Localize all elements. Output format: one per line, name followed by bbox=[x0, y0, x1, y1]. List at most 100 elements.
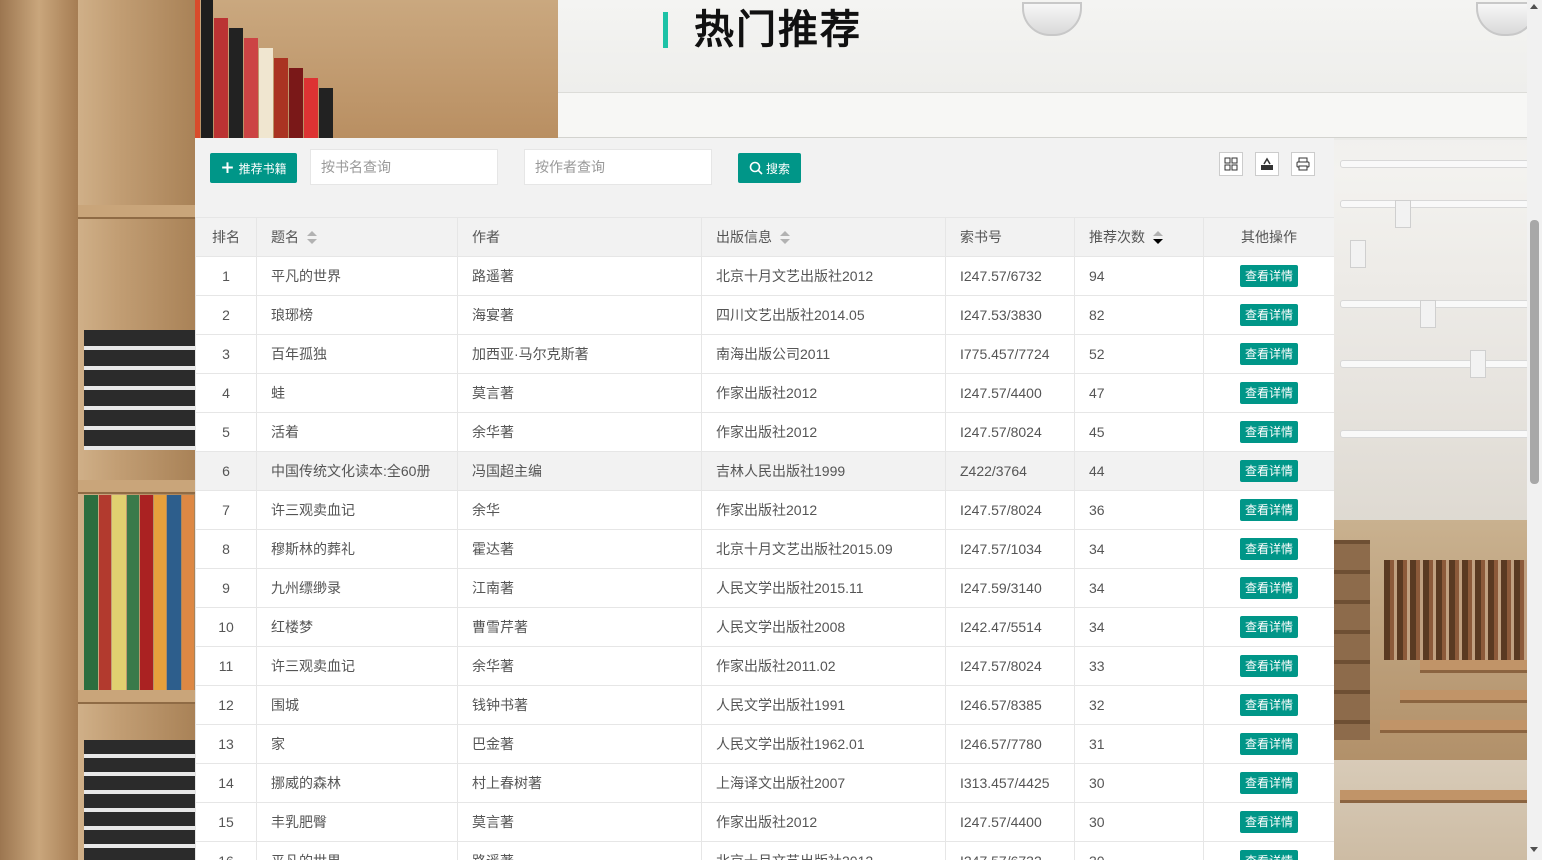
view-details-button[interactable]: 查看详情 bbox=[1239, 421, 1298, 443]
cell-recommend-count: 33 bbox=[1074, 646, 1204, 686]
cell-recommend-count: 34 bbox=[1074, 568, 1204, 608]
scroll-down-arrow-icon[interactable] bbox=[1530, 847, 1538, 852]
shelf-post bbox=[0, 0, 78, 860]
cell-publish-info: 南海出版公司2011 bbox=[701, 334, 946, 374]
cell-actions: 查看详情 bbox=[1203, 607, 1334, 647]
cell-title: 蛙 bbox=[256, 373, 458, 413]
cell-actions: 查看详情 bbox=[1203, 841, 1334, 860]
scroll-up-arrow-icon[interactable] bbox=[1530, 4, 1538, 9]
cell-author: 莫言著 bbox=[457, 373, 702, 413]
table-row: 13 家巴金著 人民文学出版社1962.01 I246.57/7780 31 查看详情 bbox=[195, 724, 1334, 764]
cell-author: 路遥著 bbox=[457, 841, 702, 860]
scrollbar-thumb[interactable] bbox=[1530, 220, 1539, 484]
table-row: 6 中国传统文化读本:全60册 冯国超主编 吉林人民出版社1999 Z422/3764 4… bbox=[195, 451, 1334, 491]
view-details-button[interactable]: 查看详情 bbox=[1239, 811, 1298, 833]
cell-call-number: I246.57/8385 bbox=[945, 685, 1075, 725]
cell-author: 霍达著 bbox=[457, 529, 702, 569]
cell-recommend-count: 30 bbox=[1074, 802, 1204, 842]
cell-author: 钱钟书著 bbox=[457, 685, 702, 725]
view-details-button[interactable]: 查看详情 bbox=[1239, 343, 1298, 365]
cell-call-number: Z422/3764 bbox=[945, 451, 1075, 491]
view-details-button[interactable]: 查看详情 bbox=[1239, 304, 1298, 326]
view-details-button[interactable]: 查看详情 bbox=[1239, 538, 1298, 560]
pendant-light bbox=[1420, 300, 1436, 328]
cell-author: 村上春树著 bbox=[457, 763, 702, 803]
print-icon[interactable] bbox=[1291, 152, 1315, 176]
header-call-number: 索书号 bbox=[945, 217, 1075, 257]
view-details-button[interactable]: 查看详情 bbox=[1239, 577, 1298, 599]
cell-rank: 3 bbox=[195, 334, 257, 374]
cell-title: 琅琊榜 bbox=[256, 295, 458, 335]
cell-publish-info: 作家出版社2011.02 bbox=[701, 646, 946, 686]
cell-rank: 6 bbox=[195, 451, 257, 491]
cell-author: 莫言著 bbox=[457, 802, 702, 842]
cell-call-number: I247.59/3140 bbox=[945, 568, 1075, 608]
header-publish-info[interactable]: 出版信息 bbox=[701, 217, 946, 257]
cell-rank: 16 bbox=[195, 841, 257, 860]
table-row: 15 丰乳肥臀 莫言著 作家出版社2012 I247.57/4400 30 查看详情 bbox=[195, 802, 1334, 842]
cell-author: 余华著 bbox=[457, 412, 702, 452]
cell-rank: 15 bbox=[195, 802, 257, 842]
sort-icon[interactable] bbox=[307, 231, 317, 245]
cell-publish-info: 作家出版社2012 bbox=[701, 412, 946, 452]
cell-publish-info: 作家出版社2012 bbox=[701, 490, 946, 530]
view-details-button[interactable]: 查看详情 bbox=[1239, 655, 1298, 677]
cell-rank: 2 bbox=[195, 295, 257, 335]
cell-call-number: I247.57/6732 bbox=[945, 256, 1075, 296]
cell-actions: 查看详情 bbox=[1203, 802, 1334, 842]
view-details-button[interactable]: 查看详情 bbox=[1239, 382, 1298, 404]
cell-call-number: I247.57/6732 bbox=[945, 841, 1075, 860]
cell-recommend-count: 82 bbox=[1074, 295, 1204, 335]
cell-rank: 10 bbox=[195, 607, 257, 647]
cell-rank: 13 bbox=[195, 724, 257, 764]
header-recommend-count[interactable]: 推荐次数 bbox=[1074, 217, 1204, 257]
pendant-light bbox=[1470, 350, 1486, 378]
cell-actions: 查看详情 bbox=[1203, 334, 1334, 374]
author-search-input[interactable] bbox=[524, 149, 712, 185]
header-rank: 排名 bbox=[195, 217, 257, 257]
cell-title: 许三观卖血记 bbox=[256, 646, 458, 686]
sort-icon[interactable] bbox=[780, 231, 790, 245]
view-details-button[interactable]: 查看详情 bbox=[1239, 460, 1298, 482]
view-details-button[interactable]: 查看详情 bbox=[1239, 850, 1298, 860]
table-row: 3 百年孤独 加西亚·马尔克斯著 南海出版公司2011 I775.457/7724 52 查… bbox=[195, 334, 1334, 374]
cell-call-number: I313.457/4425 bbox=[945, 763, 1075, 803]
pipe bbox=[1340, 430, 1527, 438]
view-details-button[interactable]: 查看详情 bbox=[1239, 772, 1298, 794]
toolbar: + 推荐书籍 搜索 bbox=[195, 138, 1334, 217]
search-button[interactable]: 搜索 bbox=[738, 153, 801, 183]
pipe bbox=[1340, 200, 1527, 208]
book-name-search-input[interactable] bbox=[310, 149, 498, 185]
book-row bbox=[84, 495, 195, 690]
cell-rank: 12 bbox=[195, 685, 257, 725]
desk bbox=[1420, 660, 1527, 673]
cell-recommend-count: 32 bbox=[1074, 685, 1204, 725]
view-details-button[interactable]: 查看详情 bbox=[1239, 694, 1298, 716]
header-title[interactable]: 题名 bbox=[256, 217, 458, 257]
cell-publish-info: 人民文学出版社1962.01 bbox=[701, 724, 946, 764]
recommend-book-button[interactable]: + 推荐书籍 bbox=[210, 153, 297, 183]
view-details-button[interactable]: 查看详情 bbox=[1239, 733, 1298, 755]
header-author: 作者 bbox=[457, 217, 702, 257]
cell-title: 丰乳肥臀 bbox=[256, 802, 458, 842]
cell-title: 平凡的世界 bbox=[256, 256, 458, 296]
cell-rank: 4 bbox=[195, 373, 257, 413]
cell-actions: 查看详情 bbox=[1203, 451, 1334, 491]
book-stack bbox=[84, 330, 195, 450]
shelf-board bbox=[78, 690, 195, 704]
cell-actions: 查看详情 bbox=[1203, 490, 1334, 530]
sort-desc-icon[interactable] bbox=[1153, 231, 1163, 245]
cell-publish-info: 人民文学出版社1991 bbox=[701, 685, 946, 725]
table-row: 12 围城 钱钟书著 人民文学出版社1991 I246.57/8385 32 查看详情 bbox=[195, 685, 1334, 725]
view-details-button[interactable]: 查看详情 bbox=[1239, 616, 1298, 638]
cell-recommend-count: 52 bbox=[1074, 334, 1204, 374]
desk bbox=[1380, 720, 1527, 733]
page-title: 热门推荐 bbox=[694, 7, 862, 53]
columns-icon[interactable] bbox=[1219, 152, 1243, 176]
export-icon[interactable] bbox=[1255, 152, 1279, 176]
cell-recommend-count: 30 bbox=[1074, 763, 1204, 803]
view-details-button[interactable]: 查看详情 bbox=[1239, 499, 1298, 521]
cell-call-number: I242.47/5514 bbox=[945, 607, 1075, 647]
view-details-button[interactable]: 查看详情 bbox=[1239, 265, 1298, 287]
table-row: 14 挪威的森林 村上春树著 上海译文出版社2007 I313.457/4425 30 查看… bbox=[195, 763, 1334, 803]
